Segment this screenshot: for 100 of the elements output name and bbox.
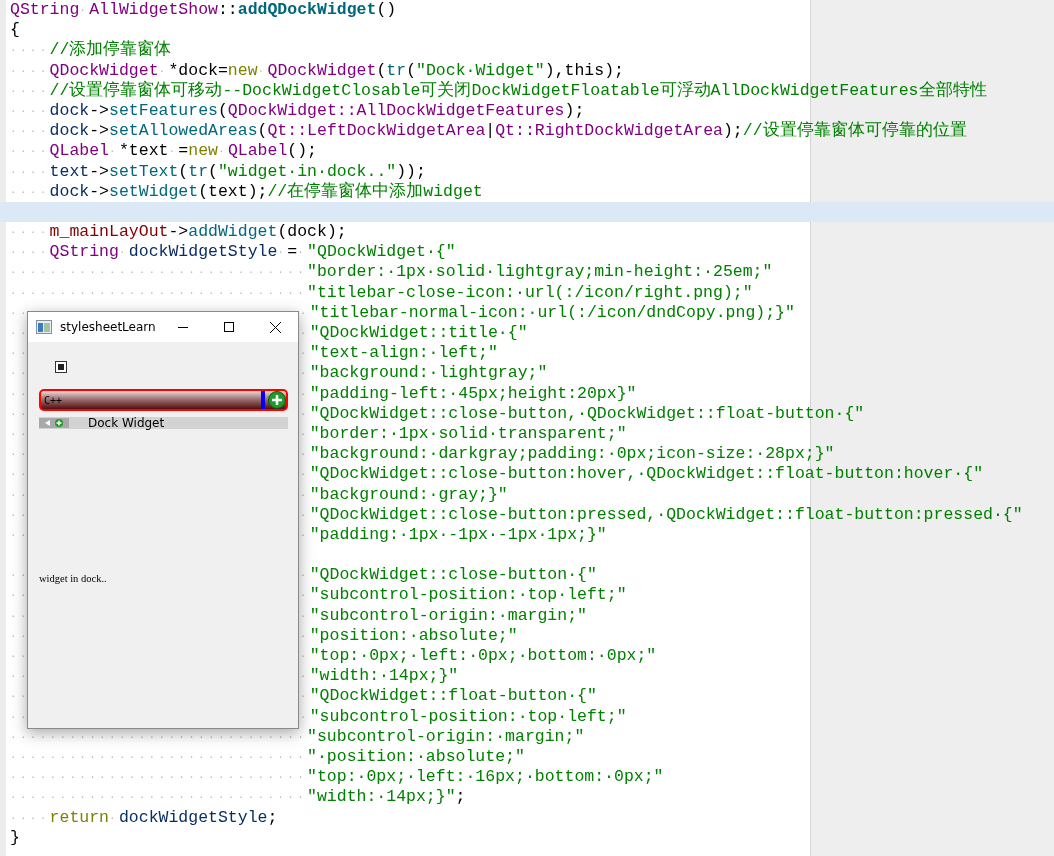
- code-text: (: [217, 100, 228, 122]
- whitespace-marker: ····: [10, 103, 50, 119]
- keyword: return: [49, 807, 110, 828]
- type-name: QString: [10, 0, 80, 21]
- whitespace-marker: ··: [10, 527, 30, 543]
- whitespace-marker: ··: [10, 326, 30, 341]
- whitespace-marker: ··: [10, 406, 30, 422]
- string-literal: "background:·lightgray;": [309, 363, 548, 384]
- whitespace-marker: ·: [299, 346, 310, 362]
- whitespace-marker: ·: [299, 568, 310, 584]
- whitespace-marker: ·: [79, 4, 90, 16]
- whitespace-marker: ··: [10, 467, 30, 483]
- whitespace-marker: ····: [10, 810, 50, 826]
- string-literal: "subcontrol-position:·top·left;": [309, 706, 627, 727]
- whitespace-marker: ·: [299, 588, 310, 604]
- whitespace-marker: ····: [10, 164, 50, 180]
- type-name: QString: [49, 242, 119, 263]
- string-literal: "QDockWidget::close-button·{": [309, 565, 597, 586]
- whitespace-marker: ··: [10, 346, 30, 362]
- checkbox[interactable]: [55, 361, 67, 373]
- string-literal: "width:·14px;}": [309, 666, 459, 687]
- string-literal: "titlebar-normal-icon:·url(:/icon/dndCopy.png);}": [309, 302, 795, 323]
- string-literal: "subcontrol-origin:·margin;": [309, 605, 587, 626]
- variable-name: dockWidgetStyle: [128, 242, 278, 263]
- code-text: (: [257, 121, 268, 142]
- function-name: setText: [109, 161, 179, 182]
- type-name: QDockWidget: [49, 60, 159, 80]
- code-text: }: [10, 827, 20, 848]
- whitespace-marker: ····: [10, 245, 50, 261]
- type-name: QDockWidget::AllDockWidgetFeatures: [227, 100, 565, 122]
- whitespace-marker: ·: [299, 447, 310, 463]
- string-literal: "padding:·1px·-1px·-1px·1px;}": [309, 524, 607, 546]
- variable-name: dockWidgetStyle: [118, 807, 268, 828]
- code-comment: //设置停靠窗体可移动--DockWidgetClosable可关闭DockWidgetFloatable可浮动AllDockWidgetFeatures全部特性: [49, 80, 987, 101]
- whitespace-marker: ·: [299, 669, 310, 685]
- whitespace-marker: ····: [10, 225, 50, 241]
- string-literal: "position:·absolute;": [309, 625, 518, 646]
- whitespace-marker: ··: [10, 426, 30, 442]
- code-text: ::: [217, 0, 238, 21]
- string-literal: "QDockWidget::close-button:pressed,·QDockWidget::float-button:pressed·{": [309, 504, 1023, 525]
- whitespace-marker: ······························: [10, 790, 308, 806]
- code-text: (dock);: [277, 222, 347, 243]
- whitespace-marker: ·: [109, 810, 119, 826]
- whitespace-marker: ·: [299, 467, 310, 483]
- string-literal: "QDockWidget::float-button·{": [309, 686, 597, 707]
- whitespace-marker: ·: [299, 305, 310, 321]
- whitespace-marker: ··: [10, 507, 30, 523]
- code-comment: //设置停靠窗体可停靠的位置: [742, 121, 967, 142]
- code-comment: //添加停靠窗体: [49, 40, 172, 61]
- whitespace-marker: ··: [10, 608, 30, 624]
- dock-title: Dock Widget: [88, 417, 165, 429]
- string-literal: "top:·0px;·left:·16px;·bottom:·0px;": [307, 767, 664, 788]
- whitespace-marker: ····: [10, 124, 50, 140]
- whitespace-marker: ··: [10, 568, 30, 584]
- variable-name: text: [49, 161, 90, 182]
- variable-name: dock: [49, 181, 90, 202]
- whitespace-marker: ··: [10, 305, 30, 321]
- string-literal: "subcontrol-position:·top·left;": [309, 585, 627, 606]
- drop-down-bar: [261, 391, 265, 409]
- string-literal: "top:·0px;·left:·0px;·bottom:·0px;": [309, 646, 657, 667]
- whitespace-marker: ······························: [10, 265, 308, 281]
- string-literal: "background:·darkgray;padding:·0px;icon-size:·28px;}": [309, 444, 835, 465]
- whitespace-marker: ·: [299, 628, 310, 644]
- whitespace-marker: ·: [118, 245, 129, 261]
- whitespace-marker: ·: [277, 246, 288, 261]
- whitespace-marker: ·: [218, 144, 228, 160]
- string-literal: "QDockWidget::title·{": [309, 323, 528, 344]
- code-text: ->: [89, 161, 110, 182]
- whitespace-marker: ·: [299, 608, 310, 624]
- code-text: =: [178, 141, 189, 162]
- code-text: {: [10, 20, 20, 41]
- whitespace-marker: ······························: [10, 729, 308, 745]
- code-text: (: [406, 60, 417, 81]
- whitespace-marker: ·: [299, 406, 310, 422]
- code-text: ->: [89, 121, 110, 142]
- left-arrow-icon[interactable]: [44, 420, 50, 426]
- whitespace-marker: ····: [10, 184, 50, 200]
- function-name: setWidget: [109, 181, 199, 202]
- whitespace-marker: ··: [10, 386, 30, 402]
- string-literal: "subcontrol-origin:·margin;": [307, 726, 585, 747]
- string-literal: "width:·14px;}": [307, 787, 456, 808]
- whitespace-marker: ··: [10, 689, 30, 705]
- whitespace-marker: ······························: [10, 749, 308, 765]
- string-literal: "padding-left:·45px;height:20px}": [309, 383, 637, 404]
- code-text: |: [485, 121, 496, 142]
- minimize-icon: [178, 326, 188, 328]
- code-text: ->: [89, 100, 110, 122]
- code-text: (): [376, 0, 397, 21]
- whitespace-marker: ·: [299, 386, 310, 402]
- window-title: stylesheetLearn: [60, 320, 157, 334]
- string-literal: "·position:·absolute;": [307, 746, 525, 768]
- plus-icon[interactable]: [268, 391, 286, 409]
- code-text: ->: [168, 222, 189, 243]
- whitespace-marker: ·: [299, 649, 310, 664]
- combo-box[interactable]: C++: [39, 389, 288, 411]
- code-text: =: [287, 242, 298, 263]
- window-icon: [36, 320, 52, 334]
- code-text: ),this);: [544, 60, 624, 81]
- code-text: (: [376, 60, 387, 81]
- string-literal: "border:·1px·solid·lightgray;min-height:·25em;": [307, 262, 773, 283]
